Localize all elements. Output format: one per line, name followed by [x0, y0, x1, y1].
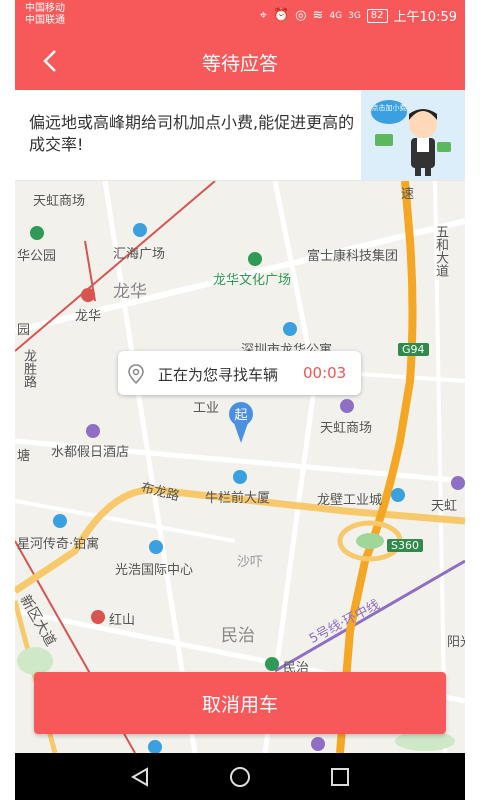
app-frame: 中国移动 中国联通 ⌖ ⏰ ◎ ≋ 4G 3G 82 上午10:59 等待应答 …: [15, 0, 465, 800]
map-label-park: 华公园: [17, 249, 57, 264]
start-pin-icon: 起: [229, 402, 253, 443]
searching-message: 正在为您寻找车辆: [158, 366, 279, 384]
carrier-info: 中国移动 中国联通: [25, 3, 65, 27]
tip-illustration[interactable]: 点击加小费: [361, 90, 465, 180]
map-label-shaxia: 沙吓: [237, 555, 264, 570]
battery-indicator: 82: [366, 8, 388, 23]
carrier-2: 中国联通: [25, 15, 65, 26]
map-label-yang: 阳光: [447, 635, 465, 650]
map-label-longhua-area: 龙华: [113, 282, 147, 302]
wait-timer: 00:03: [303, 364, 347, 382]
wifi-icon: ≋: [312, 8, 324, 23]
system-nav-bar: [15, 753, 465, 800]
map-label-longsheng-road: 龙胜路: [21, 349, 36, 388]
map-label-su: 速: [401, 187, 415, 202]
cancel-ride-button[interactable]: 取消用车: [34, 672, 446, 734]
map-label-fushikang: 富士康科技集团: [307, 249, 399, 264]
map-label-hongshan: 红山: [109, 613, 136, 628]
nav-back-button[interactable]: [118, 761, 162, 793]
status-bar: 中国移动 中国联通 ⌖ ⏰ ◎ ≋ 4G 3G 82 上午10:59: [15, 0, 465, 34]
start-pin-label: 起: [234, 408, 247, 423]
map-label-shuidu: 水都假日酒店: [51, 445, 130, 460]
map-label-longbi: 龙壁工业城: [317, 493, 383, 508]
map-label-tang: 塘: [17, 449, 31, 464]
nav-home-button[interactable]: [218, 761, 262, 793]
map-roads: [15, 181, 465, 753]
map-view[interactable]: 天虹商场 汇海广场 华公园 龙华 龙华 园 龙胜路 龙华文化广场 富士康科技集团…: [15, 181, 465, 753]
signal-1-label: 4G: [329, 10, 343, 21]
searching-callout: 正在为您寻找车辆 00:03: [118, 351, 361, 395]
status-icons: ⌖ ⏰ ◎ ≋ 4G 3G 82 上午10:59: [260, 6, 457, 25]
square-recents-icon: [331, 768, 349, 786]
map-label-longhua-metro: 龙华: [75, 309, 102, 324]
map-label-yuan: 园: [17, 323, 31, 338]
page-title: 等待应答: [201, 53, 278, 75]
map-label-xinghe: 星河传奇·铂寓: [17, 537, 100, 552]
signal-2-label: 3G: [348, 10, 361, 21]
map-label-minzhi-area: 民治: [221, 626, 255, 646]
circle-home-icon: [230, 767, 250, 787]
illustration-text: 点击加小费: [372, 103, 407, 112]
status-time: 上午10:59: [393, 10, 457, 25]
location-icon: ⌖: [259, 8, 267, 23]
map-label-wuhe: 五和大道: [433, 225, 448, 277]
tip-text: 偏远地或高峰期给司机加点小费,能促进更高的成交率!: [29, 113, 355, 154]
map-label-s360: S360: [387, 539, 423, 552]
map-label-g94: G94: [398, 343, 429, 356]
nav-recents-button[interactable]: [318, 761, 362, 793]
tip-banner[interactable]: 偏远地或高峰期给司机加点小费,能促进更高的成交率! 点击加小费: [15, 90, 465, 181]
carrier-1: 中国移动: [25, 3, 65, 14]
map-label-culture-plaza: 龙华文化广场: [213, 273, 292, 288]
map-label-tianhong-right: 天虹: [431, 499, 458, 514]
driver-cartoon-icon: 点击加小费: [371, 100, 451, 176]
map-label-gongye: 工业: [193, 401, 220, 416]
triangle-back-icon: [130, 767, 148, 787]
alarm-icon: ⏰: [272, 8, 290, 23]
eye-icon: ◎: [295, 8, 307, 23]
map-label-tianhong-top: 天虹商场: [33, 194, 86, 209]
map-label-huihuan: 汇海广场: [113, 247, 166, 262]
app-header: 等待应答: [15, 34, 465, 90]
map-label-guanghao: 光浩国际中心: [115, 563, 194, 578]
map-label-niulanqian: 牛栏前大厦: [205, 491, 271, 506]
map-label-tianhong-mid: 天虹商场: [320, 421, 373, 436]
